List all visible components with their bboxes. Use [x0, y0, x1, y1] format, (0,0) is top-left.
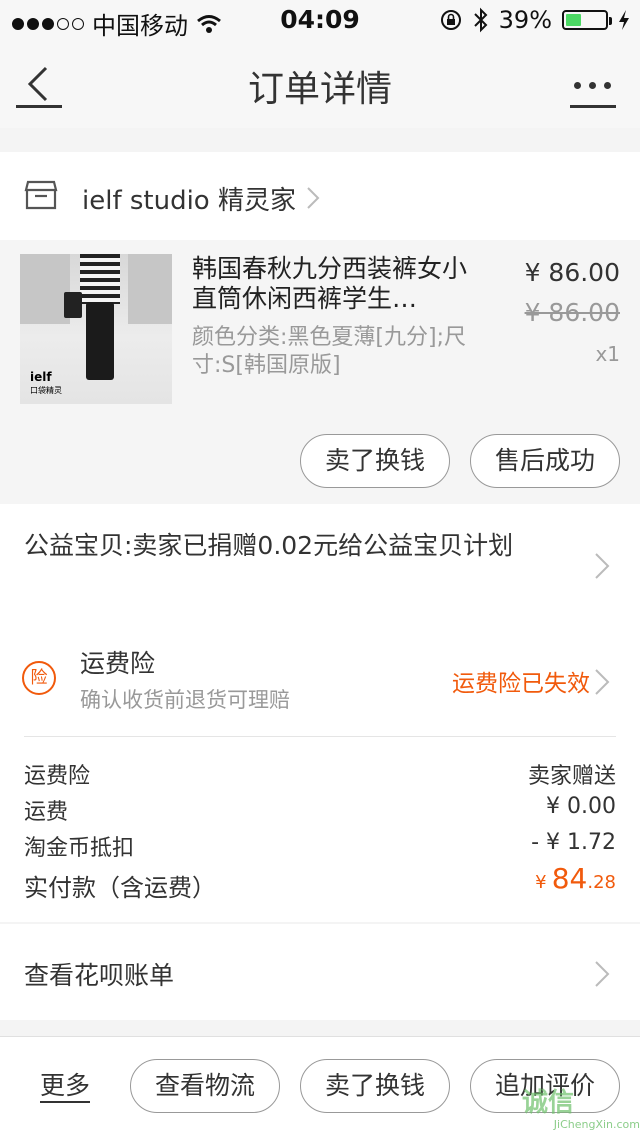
product-image[interactable]: ielf 口袋精灵: [20, 254, 172, 404]
divider: [24, 736, 616, 737]
view-logistics-button[interactable]: 查看物流: [130, 1059, 280, 1113]
product-original-price: ¥ 86.00: [524, 298, 620, 327]
product-sku: 颜色分类:黑色夏薄[九分];尺寸:S[韩国原版]: [192, 325, 466, 378]
total-label: 实付款（含运费）: [24, 874, 216, 902]
fee-summary: 运费险 卖家赠送 运费 ¥ 0.00 淘金币抵扣 - ¥ 1.72 实付款（含运…: [0, 736, 640, 922]
product-quantity: x1: [595, 342, 620, 366]
chevron-right-icon: [595, 961, 610, 987]
shop-name: ielf studio 精灵家: [82, 186, 296, 216]
site-watermark: 诚信 JiChengXin.com: [522, 1088, 640, 1131]
page-title: 订单详情: [247, 69, 392, 110]
shipping-insurance-row[interactable]: 险 运费险 确认收货前退货可理赔 运费险已失效: [0, 616, 640, 736]
aftersale-success-button[interactable]: 售后成功: [470, 434, 620, 488]
status-right: 39%: [439, 6, 630, 34]
fee-value: ¥ 0.00: [546, 794, 616, 819]
fee-row: 运费险 卖家赠送: [24, 758, 616, 790]
insurance-desc: 确认收货前退货可理赔: [80, 688, 290, 712]
more-link[interactable]: 更多: [40, 1071, 91, 1103]
charging-icon: [619, 10, 629, 30]
fee-label: 运费: [24, 800, 69, 825]
insurance-badge-icon: 险: [22, 661, 56, 695]
sell-for-cash-button[interactable]: 卖了换钱: [300, 1059, 450, 1113]
total-amount: ¥ 84.28: [535, 862, 616, 895]
insurance-name: 运费险: [80, 649, 156, 678]
product-item[interactable]: ielf 口袋精灵 韩国春秋九分西装裤女小直筒休闲西裤学生… 颜色分类:黑色夏薄…: [0, 240, 640, 504]
charity-row[interactable]: 公益宝贝:卖家已捐赠0.02元给公益宝贝计划: [0, 504, 640, 616]
product-price: ¥ 86.00: [524, 258, 620, 287]
huabei-bill-row[interactable]: 查看花呗账单: [0, 924, 640, 1020]
chevron-right-icon: [307, 187, 320, 209]
chevron-right-icon: [595, 553, 610, 579]
huabei-text: 查看花呗账单: [24, 961, 175, 990]
fee-value: - ¥ 1.72: [531, 830, 616, 855]
battery-icon: [562, 10, 612, 30]
insurance-status: 运费险已失效: [452, 671, 590, 697]
charity-text: 公益宝贝:卖家已捐赠0.02元给公益宝贝计划: [24, 531, 514, 560]
shop-icon: [24, 180, 58, 210]
product-image-logo: ielf 口袋精灵: [30, 370, 62, 395]
chevron-right-icon: [595, 669, 610, 695]
sell-for-cash-button[interactable]: 卖了换钱: [300, 434, 450, 488]
fee-label: 运费险: [24, 764, 91, 789]
fee-row: 淘金币抵扣 - ¥ 1.72: [24, 830, 616, 862]
rotation-lock-icon: [440, 10, 461, 30]
fee-row: 运费 ¥ 0.00: [24, 794, 616, 826]
status-bar: 中国移动 04:09 39%: [0, 0, 640, 40]
product-title: 韩国春秋九分西装裤女小直筒休闲西裤学生…: [192, 254, 468, 313]
nav-bar: 订单详情: [0, 40, 640, 128]
battery-percent: 39%: [498, 6, 552, 34]
fee-value: 卖家赠送: [527, 764, 616, 789]
shop-row[interactable]: ielf studio 精灵家: [0, 152, 640, 240]
bluetooth-icon: [473, 7, 488, 33]
fee-label: 淘金币抵扣: [24, 836, 135, 861]
more-menu-button[interactable]: [570, 62, 616, 108]
